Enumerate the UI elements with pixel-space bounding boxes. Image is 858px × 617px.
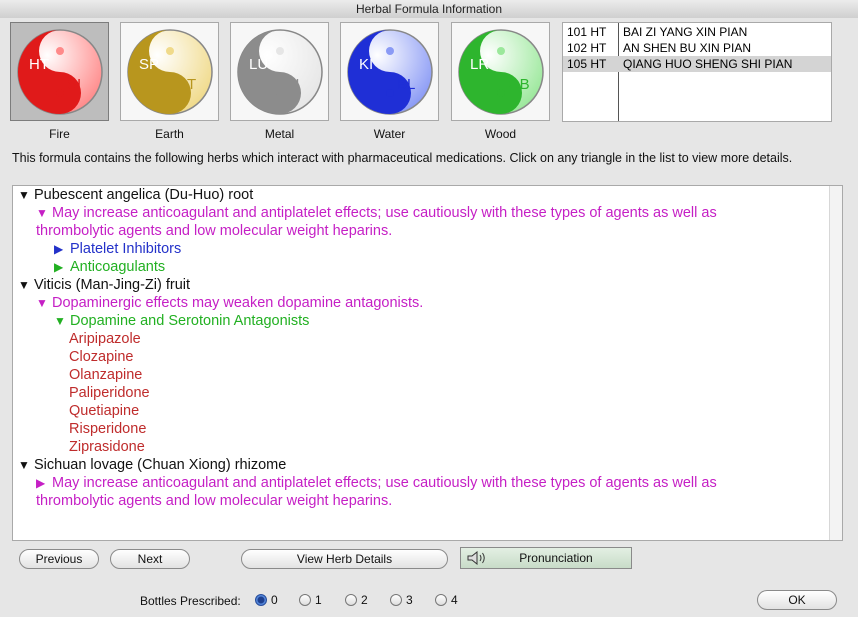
drug-class-name: Anticoagulants <box>70 259 166 275</box>
effect-row-continued: thrombolytic agents and low molecular we… <box>36 493 393 509</box>
element-metal-button[interactable]: LU LI <box>230 22 329 121</box>
radio-dot[interactable] <box>255 594 267 606</box>
element-label: Earth <box>155 127 184 141</box>
formula-code: 105 HT <box>567 57 607 71</box>
drug-class-row: ▶ Anticoagulants <box>18 258 828 276</box>
element-label: Metal <box>264 127 295 141</box>
radio-label: 3 <box>406 593 413 607</box>
element-fire-button[interactable]: HT SI <box>10 22 109 121</box>
yin-yang-icon: SP ST <box>127 29 213 115</box>
formula-row[interactable]: 101 HT BAI ZI YANG XIN PIAN <box>563 24 831 40</box>
drug-item: Paliperidone <box>69 385 150 401</box>
drug-class-name: Dopamine and Serotonin Antagonists <box>70 313 310 329</box>
drug-item: Risperidone <box>69 421 147 437</box>
organ-right-label: SI <box>67 76 81 93</box>
disclosure-triangle-icon[interactable]: ▶ <box>54 240 70 258</box>
disclosure-triangle-icon[interactable]: ▼ <box>18 186 34 204</box>
vertical-scrollbar[interactable] <box>829 186 842 540</box>
next-button[interactable]: Next <box>110 549 190 569</box>
yin-yang-icon: HT SI <box>17 29 103 115</box>
formula-row[interactable]: 102 HT AN SHEN BU XIN PIAN <box>563 40 831 56</box>
organ-left-label: SP <box>139 56 159 73</box>
instruction-text: This formula contains the following herb… <box>12 151 793 165</box>
formula-row-selected[interactable]: 105 HT QIANG HUO SHENG SHI PIAN <box>563 56 831 72</box>
drug-class-name: Platelet Inhibitors <box>70 241 182 257</box>
herb-name: Viticis (Man-Jing-Zi) fruit <box>34 277 191 293</box>
effect-text: Dopaminergic effects may weaken dopamine… <box>52 295 424 311</box>
drug-class-row: ▼ Dopamine and Serotonin Antagonists <box>18 312 828 330</box>
formula-code: 101 HT <box>567 25 607 39</box>
organ-right-label: GB <box>508 76 530 93</box>
pronunciation-button[interactable]: Pronunciation <box>460 547 632 569</box>
radio-dot[interactable] <box>390 594 402 606</box>
radio-dot[interactable] <box>299 594 311 606</box>
disclosure-triangle-icon[interactable]: ▼ <box>36 204 52 222</box>
herb-row: ▼ Pubescent angelica (Du-Huo) root <box>18 186 828 204</box>
pronunciation-label: Pronunciation <box>519 551 593 565</box>
disclosure-triangle-icon[interactable]: ▼ <box>36 294 52 312</box>
formula-list[interactable]: 101 HT BAI ZI YANG XIN PIAN 102 HT AN SH… <box>562 22 832 122</box>
effect-row: ▼ May increase anticoagulant and antiplat… <box>18 204 828 222</box>
organ-left-label: HT <box>29 56 49 73</box>
organ-left-label: LR <box>470 56 489 73</box>
drug-item: Ziprasidone <box>69 439 145 455</box>
herb-row: ▼ Viticis (Man-Jing-Zi) fruit <box>18 276 828 294</box>
disclosure-triangle-icon[interactable]: ▶ <box>36 474 52 492</box>
yin-yang-icon: LR GB <box>458 29 544 115</box>
drug-item: Quetiapine <box>69 403 140 419</box>
formula-name: QIANG HUO SHENG SHI PIAN <box>623 57 793 71</box>
formula-code: 102 HT <box>567 41 607 55</box>
radio-dot[interactable] <box>345 594 357 606</box>
effect-row-continued: thrombolytic agents and low molecular we… <box>36 223 393 239</box>
effect-text: May increase anticoagulant and antiplate… <box>52 475 717 491</box>
disclosure-triangle-icon[interactable]: ▼ <box>54 312 70 330</box>
disclosure-triangle-icon[interactable]: ▶ <box>54 258 70 276</box>
herb-row: ▼ Sichuan lovage (Chuan Xiong) rhizome <box>18 456 828 474</box>
effect-row: ▶ May increase anticoagulant and antiplat… <box>18 474 828 492</box>
yin-yang-icon: LU LI <box>237 29 323 115</box>
previous-button[interactable]: Previous <box>19 549 99 569</box>
organ-right-label: BL <box>397 76 415 93</box>
element-label: Water <box>373 127 406 141</box>
bottles-prescribed-label: Bottles Prescribed: <box>140 594 241 608</box>
effect-row: ▼ Dopaminergic effects may weaken dopamin… <box>18 294 828 312</box>
formula-name: AN SHEN BU XIN PIAN <box>623 41 752 55</box>
drug-class-row: ▶ Platelet Inhibitors <box>18 240 828 258</box>
window-title: Herbal Formula Information <box>0 0 858 19</box>
organ-left-label: KI <box>359 56 373 73</box>
radio-label: 2 <box>361 593 368 607</box>
radio-label: 4 <box>451 593 458 607</box>
element-label: Fire <box>49 127 70 141</box>
herb-name: Pubescent angelica (Du-Huo) root <box>34 187 254 203</box>
element-water-button[interactable]: KI BL <box>340 22 439 121</box>
element-wood-button[interactable]: LR GB <box>451 22 550 121</box>
drug-item: Olanzapine <box>69 367 143 383</box>
view-herb-details-button[interactable]: View Herb Details <box>241 549 448 569</box>
disclosure-triangle-icon[interactable]: ▼ <box>18 276 34 294</box>
drug-item: Aripipazole <box>69 331 141 347</box>
herb-interaction-list[interactable]: ▼ Pubescent angelica (Du-Huo) root ▼ May i… <box>12 185 843 541</box>
drug-item: Clozapine <box>69 349 134 365</box>
organ-right-label: ST <box>177 76 196 93</box>
ok-button[interactable]: OK <box>757 590 837 610</box>
effect-text: May increase anticoagulant and antiplate… <box>52 205 717 221</box>
yin-yang-icon: KI BL <box>347 29 433 115</box>
disclosure-triangle-icon[interactable]: ▼ <box>18 456 34 474</box>
organ-right-label: LI <box>287 76 300 93</box>
organ-left-label: LU <box>249 56 268 73</box>
formula-name: BAI ZI YANG XIN PIAN <box>623 25 748 39</box>
radio-dot[interactable] <box>435 594 447 606</box>
herb-name: Sichuan lovage (Chuan Xiong) rhizome <box>34 457 287 473</box>
element-label: Wood <box>484 127 517 141</box>
radio-label: 1 <box>315 593 322 607</box>
element-earth-button[interactable]: SP ST <box>120 22 219 121</box>
radio-label: 0 <box>271 593 278 607</box>
